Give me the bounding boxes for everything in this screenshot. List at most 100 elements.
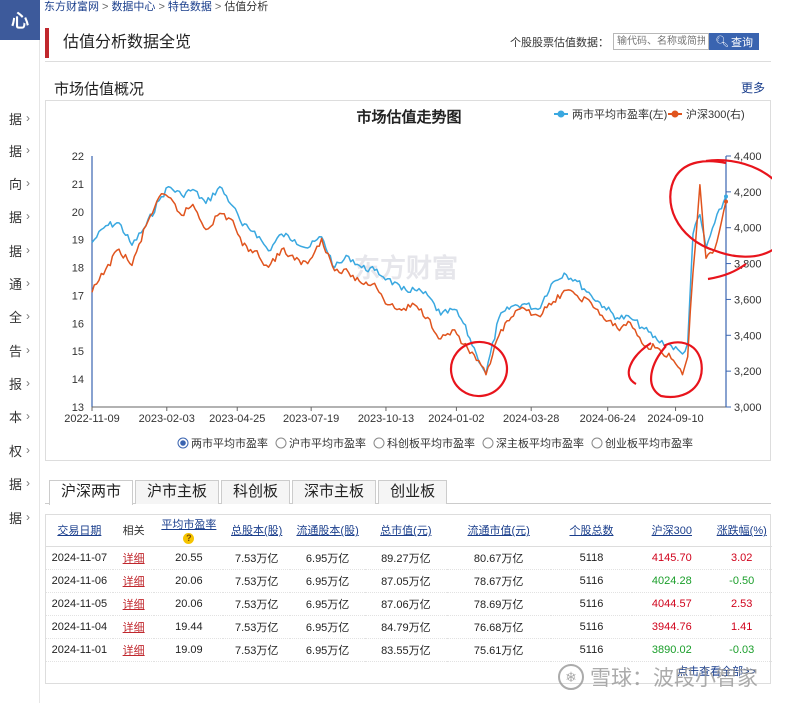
float-market-cap-cell: 78.69万亿 xyxy=(446,592,551,616)
column-header[interactable]: 总股本(股) xyxy=(223,515,291,547)
sidebar-item[interactable]: 权 › xyxy=(0,440,40,460)
radio-option[interactable] xyxy=(275,437,287,449)
annotation-circle xyxy=(627,341,703,399)
float-market-cap: 80.67万亿 xyxy=(473,552,524,565)
tab-4[interactable]: 创业板 xyxy=(378,480,448,504)
column-header: 相关 xyxy=(112,515,155,547)
sidebar-item[interactable]: 报 › xyxy=(0,373,40,393)
avg-pe: 19.44 xyxy=(175,620,203,633)
sidebar-item-label: 本 xyxy=(8,409,22,425)
avg-pe-cell: 20.06 xyxy=(154,592,224,616)
chevron-right-icon: › xyxy=(26,510,30,524)
tab-1[interactable]: 沪市主板 xyxy=(135,480,220,504)
chevron-right-icon: › xyxy=(26,209,30,223)
column-header[interactable]: 平均市盈率? xyxy=(154,515,224,547)
sidebar-item[interactable]: 全 › xyxy=(0,306,40,326)
column-header[interactable]: 流通市值(元) xyxy=(446,515,551,547)
hs300-value-cell: 4044.57 xyxy=(632,592,712,616)
tab-2[interactable]: 科创板 xyxy=(221,480,291,504)
annotation-marks xyxy=(449,159,792,399)
float-market-cap: 76.68万亿 xyxy=(473,621,524,634)
total-shares-cell: 7.53万亿 xyxy=(223,569,291,593)
detail-link[interactable]: 详细 xyxy=(123,599,145,611)
tab-3[interactable]: 深市主板 xyxy=(292,480,377,504)
total-market-cap-cell: 87.06万亿 xyxy=(365,592,447,616)
y-left-tick-label: 19 xyxy=(72,235,84,247)
radio-label: 创业板平均市盈率 xyxy=(605,436,693,450)
breadcrumb-data-center[interactable]: 数据中心 xyxy=(111,1,155,13)
valuation-table: 交易日期 相关 平均市盈率? 总股本(股) 流通股本(股) 总市值(元) 流通市值(元) 个股… xyxy=(46,515,772,662)
column-header-label: 流通股本(股) xyxy=(296,525,359,538)
column-header-label: 流通市值(元) xyxy=(467,525,530,538)
column-header[interactable]: 流通股本(股) xyxy=(290,515,366,547)
y-left-tick-label: 22 xyxy=(72,151,84,163)
breadcrumb-home[interactable]: 东方财富网 xyxy=(44,1,99,13)
total-shares: 7.53万亿 xyxy=(234,644,279,657)
sidebar-item-label: 据 xyxy=(8,111,22,127)
float-shares-cell: 6.95万亿 xyxy=(290,638,366,662)
table-row: 2024-11-04 详细 19.44 7.53万亿 6.95万亿 84.79万亿 76.6… xyxy=(46,615,772,639)
y-right-tick-label: 4,400 xyxy=(734,151,762,163)
radio-option[interactable] xyxy=(373,437,385,449)
sidebar-item[interactable]: 告 › xyxy=(0,340,40,360)
column-header[interactable]: 个股总数 xyxy=(550,515,633,547)
column-header-label: 涨跌幅(%) xyxy=(716,525,767,538)
float-shares-cell: 6.95万亿 xyxy=(290,615,366,639)
x-tick-label: 2024-06-24 xyxy=(580,413,636,425)
column-header[interactable]: 沪深300 xyxy=(632,515,712,547)
y-left-tick-label: 20 xyxy=(72,207,84,219)
x-tick-label: 2024-09-10 xyxy=(647,413,703,425)
sidebar-item-label: 权 xyxy=(8,443,22,459)
sidebar-item[interactable]: 向 › xyxy=(0,173,40,193)
hs300-value-cell: 3890.02 xyxy=(632,638,712,662)
search-button[interactable]: 🔍︎ 查询 xyxy=(709,33,759,50)
total-shares: 7.53万亿 xyxy=(234,575,279,588)
chevron-right-icon: › xyxy=(26,111,30,125)
detail-link[interactable]: 详细 xyxy=(123,622,145,634)
column-header[interactable]: 总市值(元) xyxy=(365,515,447,547)
column-header[interactable]: 涨跌幅(%) xyxy=(711,515,772,547)
detail-link-cell: 详细 xyxy=(112,638,155,662)
x-tick-label: 2024-01-02 xyxy=(428,413,484,425)
sidebar-item-label: 据 xyxy=(8,209,22,225)
total-shares-cell: 7.53万亿 xyxy=(223,615,291,639)
hs300-value-cell: 3944.76 xyxy=(632,615,712,639)
breadcrumb-featured[interactable]: 特色数据 xyxy=(168,1,212,13)
table-row: 2024-11-01 详细 19.09 7.53万亿 6.95万亿 83.55万亿 75.6… xyxy=(46,638,772,662)
tab-0[interactable]: 沪深两市 xyxy=(49,480,134,505)
column-header-label: 总市值(元) xyxy=(380,525,432,538)
sidebar-item[interactable]: 据 › xyxy=(0,240,40,260)
sidebar-item[interactable]: 据 › xyxy=(0,507,40,527)
radio-option[interactable] xyxy=(591,437,603,449)
overview-more-link[interactable]: 更多 xyxy=(741,79,765,96)
stock-count: 5116 xyxy=(579,574,604,587)
detail-link[interactable]: 详细 xyxy=(123,576,145,588)
sidebar-item[interactable]: 据 › xyxy=(0,473,40,493)
search-input[interactable] xyxy=(613,33,710,50)
help-icon[interactable]: ? xyxy=(183,533,195,545)
detail-link-cell: 详细 xyxy=(112,569,155,593)
radio-option[interactable] xyxy=(482,437,494,449)
detail-link[interactable]: 详细 xyxy=(123,645,145,657)
stock-count-cell: 5116 xyxy=(550,569,633,593)
xueqiu-watermark: ❄ 雪球：波段小智家 xyxy=(558,662,758,692)
overview-header: 市场估值概况 更多 xyxy=(45,73,771,101)
y-right-tick-label: 3,000 xyxy=(734,402,762,414)
column-header[interactable]: 交易日期 xyxy=(46,515,113,547)
detail-link-cell: 详细 xyxy=(112,615,155,639)
sidebar-item[interactable]: 通 › xyxy=(0,273,40,293)
breadcrumb-current: 估值分析 xyxy=(224,1,269,13)
sidebar-item[interactable]: 据 › xyxy=(0,140,40,160)
breadcrumb: 东方财富网 > 数据中心 > 特色数据 > 估值分析 xyxy=(44,1,269,13)
x-tick-label: 2023-07-19 xyxy=(283,413,339,425)
hs300-value: 4044.57 xyxy=(651,597,692,610)
sidebar-item[interactable]: 据 › xyxy=(0,108,40,128)
float-shares: 6.95万亿 xyxy=(305,644,350,657)
float-shares: 6.95万亿 xyxy=(305,621,350,634)
stock-count-cell: 5118 xyxy=(550,546,633,570)
sidebar-item[interactable]: 据 › xyxy=(0,206,40,226)
radio-label: 沪市平均市盈率 xyxy=(289,436,366,450)
detail-link[interactable]: 详细 xyxy=(123,553,145,565)
sidebar-item[interactable]: 本 › xyxy=(0,406,40,426)
overview-title: 市场估值概况 xyxy=(54,81,145,98)
